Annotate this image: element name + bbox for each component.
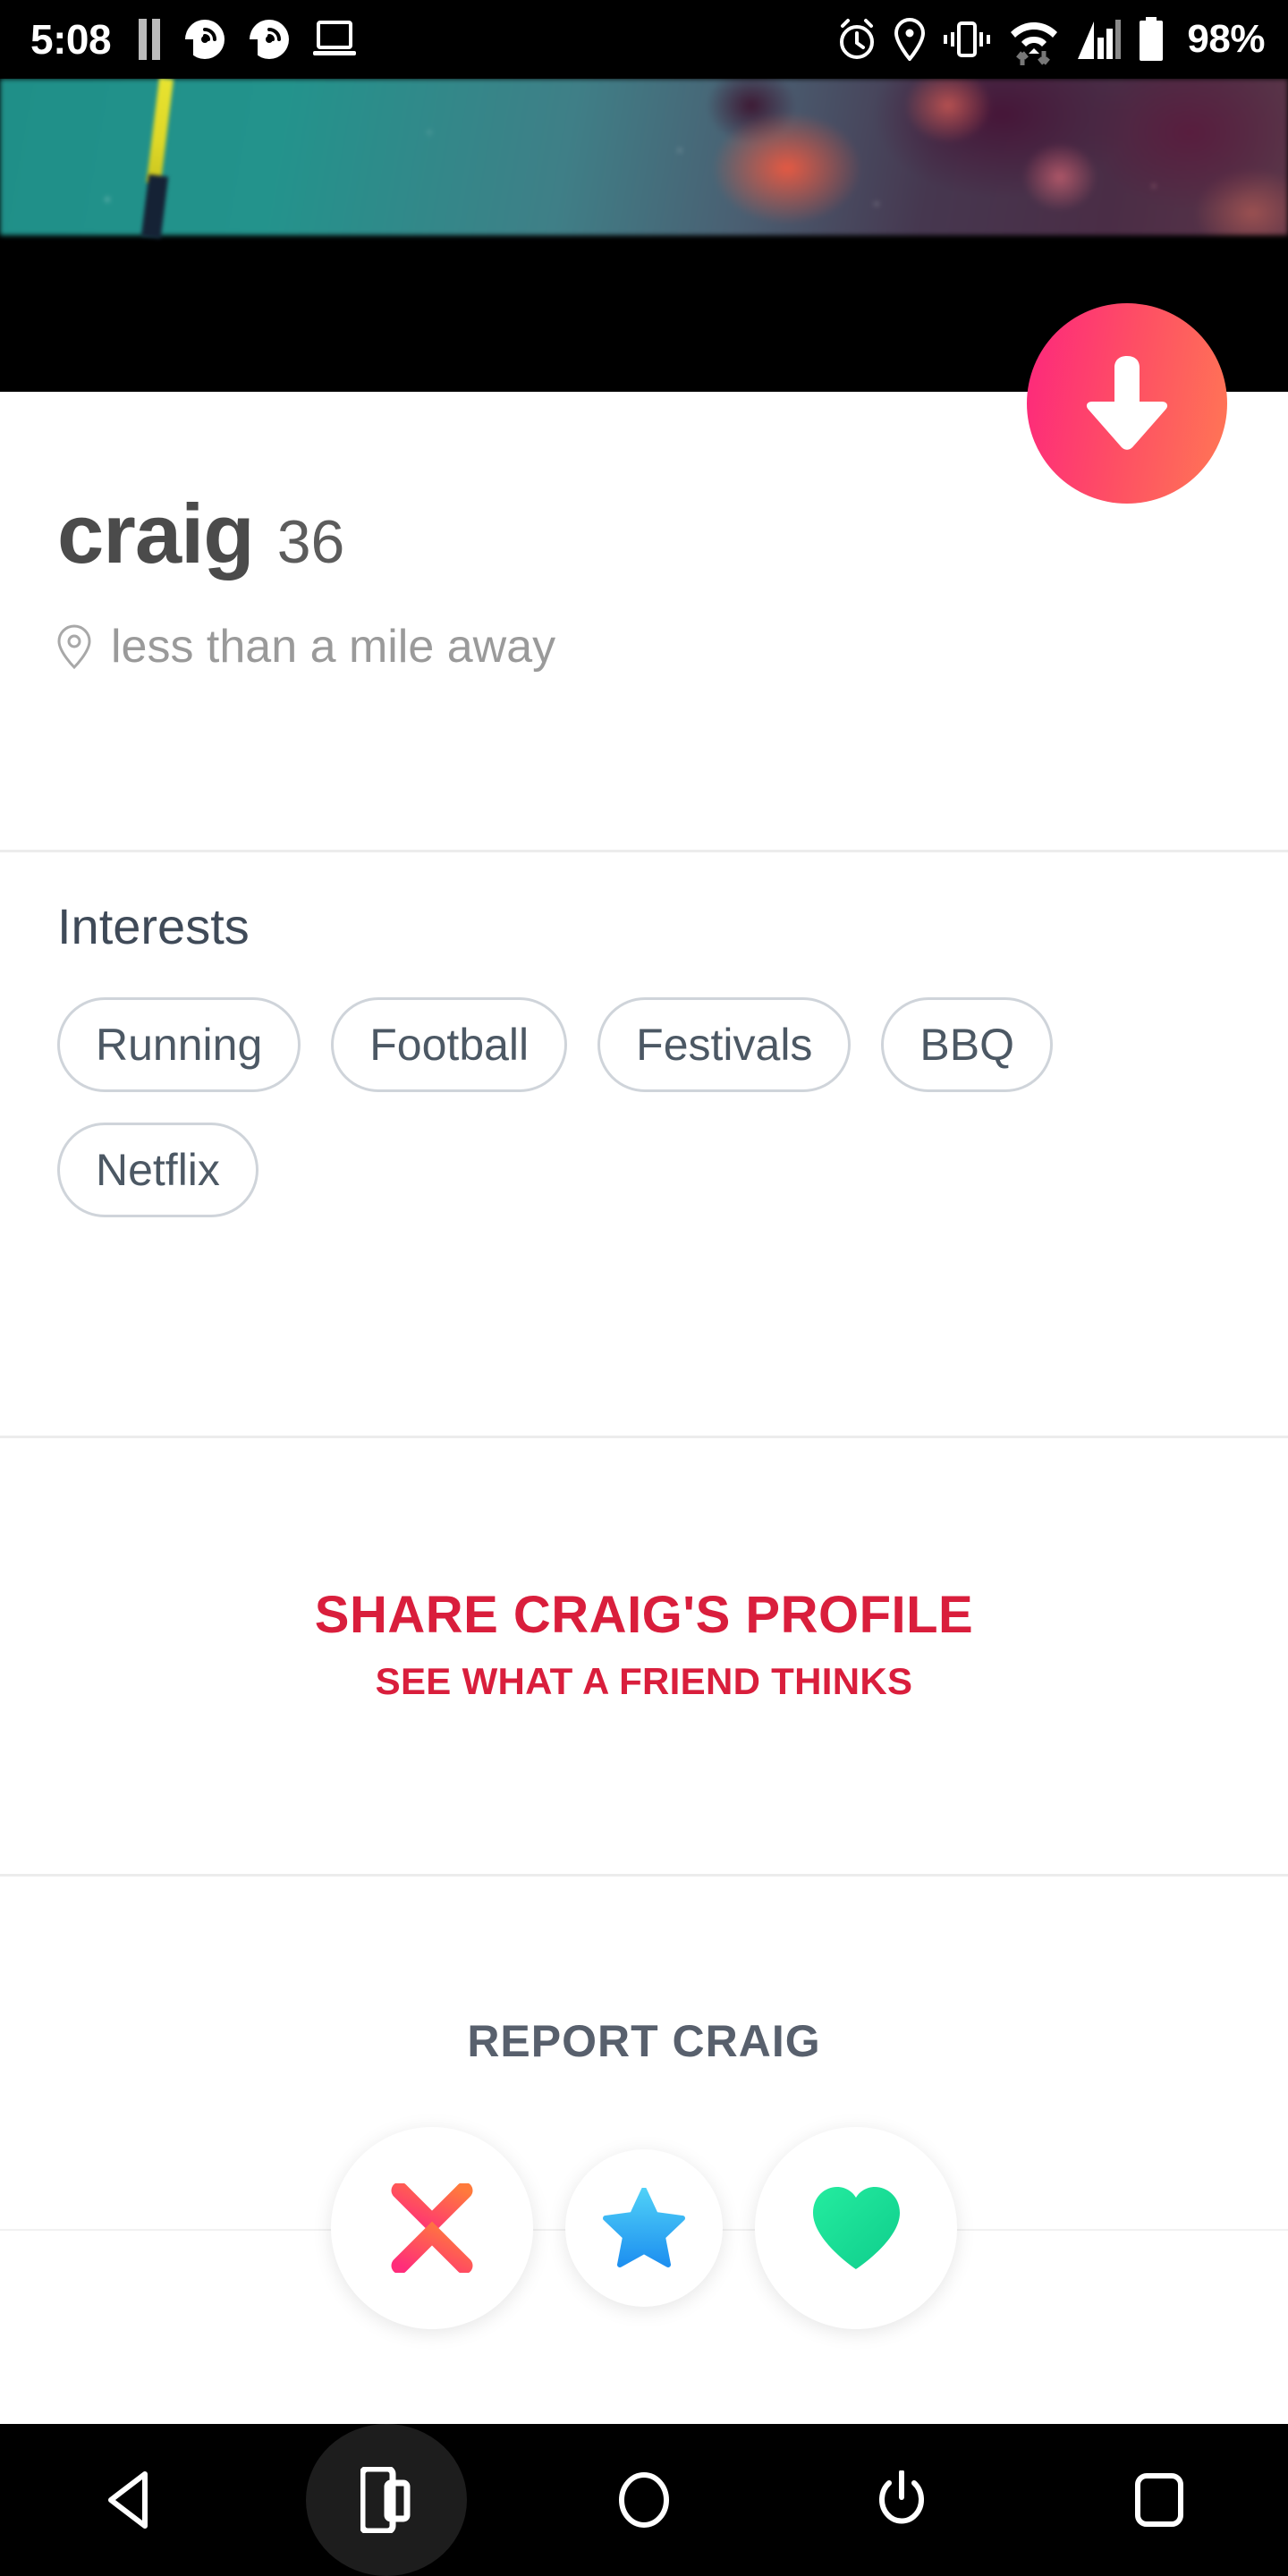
status-left-icons bbox=[138, 19, 357, 60]
interest-chip[interactable]: Festivals bbox=[597, 997, 852, 1092]
phone-screenshot-icon bbox=[360, 2467, 411, 2533]
cast-audio-icon bbox=[184, 20, 225, 60]
action-button-bar bbox=[0, 2127, 1288, 2329]
status-time: 5:08 bbox=[30, 16, 112, 63]
android-navigation-bar bbox=[0, 2424, 1288, 2576]
report-button[interactable]: REPORT CRAIG bbox=[0, 2015, 1288, 2067]
pause-icon bbox=[139, 19, 161, 60]
profile-age: 36 bbox=[276, 508, 345, 576]
map-pin-icon bbox=[57, 624, 91, 669]
name-row: craig 36 bbox=[57, 492, 344, 576]
interest-chip[interactable]: Running bbox=[57, 997, 301, 1092]
cross-icon bbox=[391, 2183, 473, 2273]
power-button[interactable] bbox=[821, 2424, 982, 2576]
battery-percent: 98% bbox=[1187, 17, 1265, 61]
distance-row: less than a mile away bbox=[57, 620, 555, 674]
superlike-button[interactable] bbox=[565, 2149, 723, 2307]
scroll-down-button[interactable] bbox=[1027, 303, 1227, 504]
interests-section: Interests Running Football Festivals BBQ… bbox=[0, 852, 1288, 1436]
interest-chip[interactable]: BBQ bbox=[881, 997, 1054, 1092]
interest-chip[interactable]: Football bbox=[331, 997, 568, 1092]
vibrate-icon bbox=[944, 21, 991, 57]
interests-title: Interests bbox=[57, 898, 250, 954]
heart-icon bbox=[813, 2187, 900, 2269]
share-profile-sublabel: SEE WHAT A FRIEND THINKS bbox=[375, 1660, 913, 1702]
profile-distance: less than a mile away bbox=[111, 621, 556, 673]
power-icon bbox=[879, 2470, 924, 2524]
laptop-icon bbox=[313, 21, 357, 55]
recents-button[interactable] bbox=[1079, 2424, 1240, 2576]
battery-icon bbox=[1140, 17, 1164, 61]
share-profile-label: SHARE CRAIG'S PROFILE bbox=[314, 1586, 974, 1644]
profile-name: craig bbox=[57, 487, 255, 580]
back-triangle-icon bbox=[108, 2471, 148, 2529]
arrow-down-icon bbox=[1086, 356, 1168, 450]
share-profile-section[interactable]: SHARE CRAIG'S PROFILE SEE WHAT A FRIEND … bbox=[0, 1438, 1288, 1874]
status-bar: 5:08 98% bbox=[0, 0, 1288, 79]
wifi-icon bbox=[1011, 22, 1058, 65]
home-button[interactable] bbox=[564, 2424, 724, 2576]
like-button[interactable] bbox=[755, 2127, 957, 2329]
square-icon bbox=[1135, 2473, 1183, 2527]
screenshot-button[interactable] bbox=[306, 2424, 467, 2576]
location-icon bbox=[894, 18, 926, 61]
status-right-icons: 98% bbox=[836, 13, 1265, 65]
back-button[interactable] bbox=[48, 2424, 209, 2576]
signal-icon bbox=[1078, 20, 1122, 59]
interest-chip-list: Running Football Festivals BBQ Netflix bbox=[57, 997, 1247, 1217]
cast-audio-icon bbox=[249, 20, 290, 60]
alarm-icon bbox=[840, 19, 875, 59]
nope-button[interactable] bbox=[331, 2127, 533, 2329]
report-section: REPORT CRAIG bbox=[0, 1877, 1288, 2424]
star-icon bbox=[603, 2188, 685, 2267]
interest-chip[interactable]: Netflix bbox=[57, 1123, 258, 1217]
home-circle-icon bbox=[619, 2472, 669, 2528]
profile-photo bbox=[0, 79, 1288, 235]
